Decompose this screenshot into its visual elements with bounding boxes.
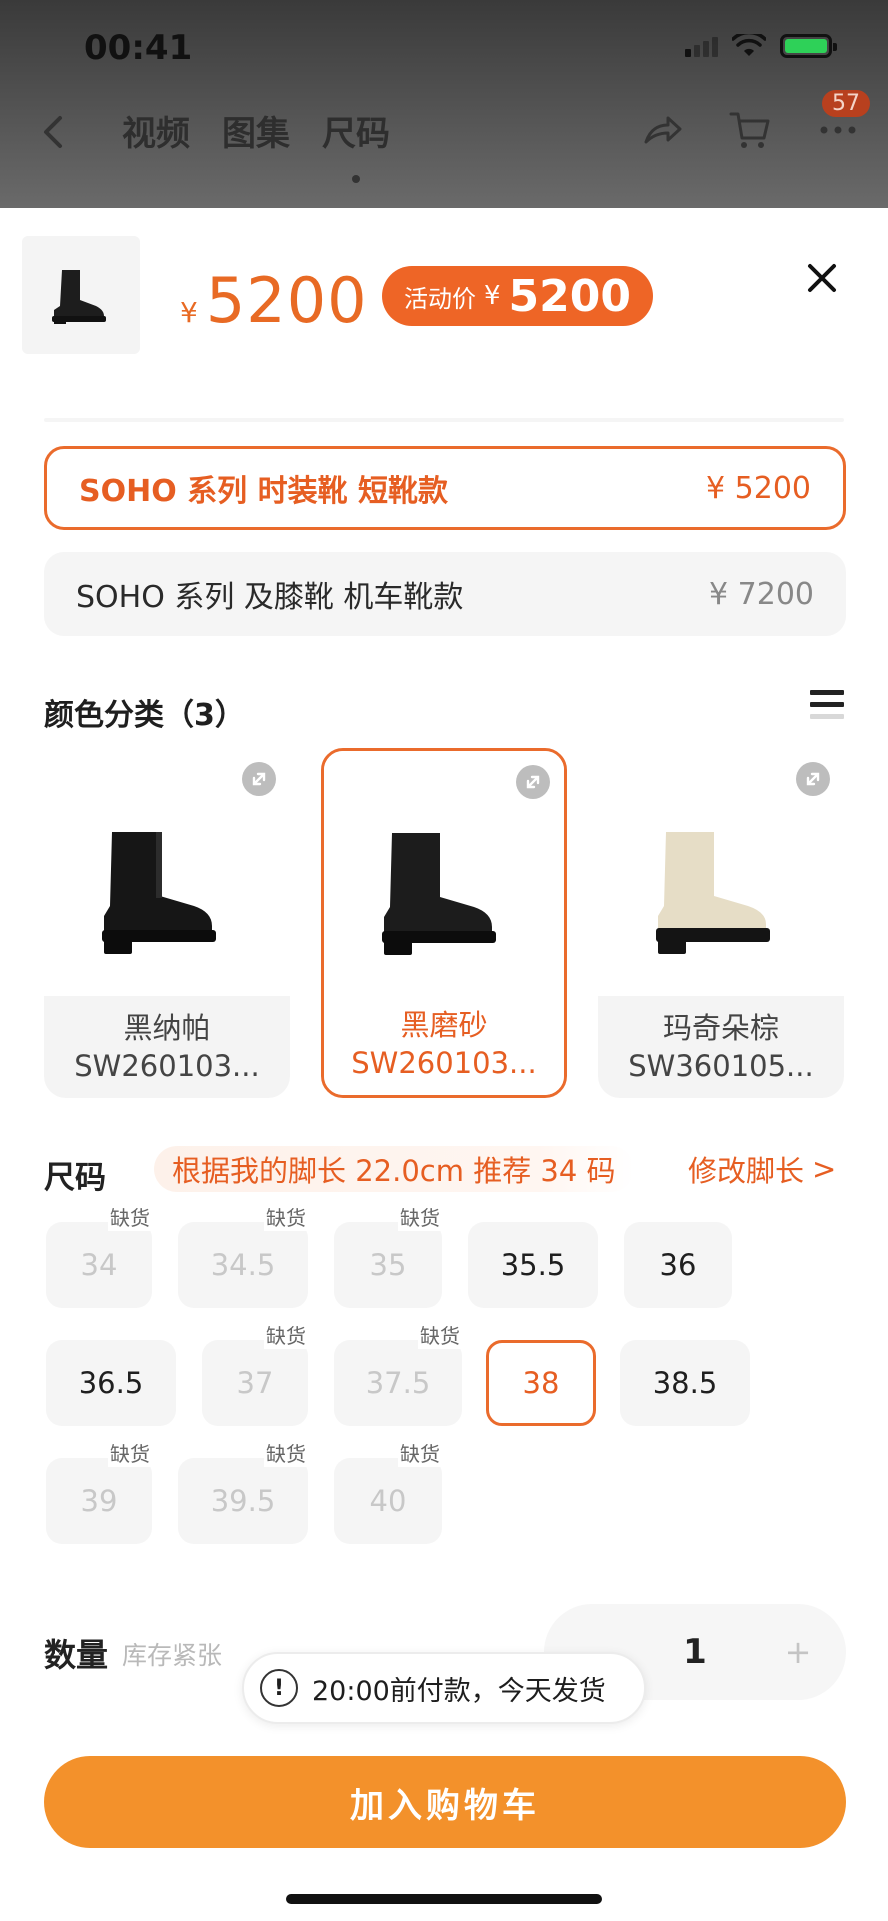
price-currency: ¥ bbox=[180, 296, 198, 329]
edit-foot-label: 修改脚长 bbox=[688, 1154, 805, 1188]
promo-label: 活动价 bbox=[404, 284, 476, 313]
boot-image bbox=[52, 270, 106, 324]
battery-icon bbox=[780, 34, 837, 58]
size-option[interactable]: 40 缺货 bbox=[334, 1438, 442, 1544]
size-recommendation: 根据我的脚长 22.0cm 推荐 34 码 bbox=[154, 1146, 634, 1192]
shipping-toast: ! 20:00前付款，今天发货 bbox=[242, 1652, 646, 1724]
size-option[interactable]: 34.5 缺货 bbox=[178, 1202, 308, 1308]
status-icons bbox=[685, 34, 837, 58]
promo-value: 5200 bbox=[508, 270, 632, 322]
variant-name: SOHO 系列 时装靴 短靴款 bbox=[79, 474, 449, 509]
size-option[interactable]: 34 缺货 bbox=[46, 1202, 152, 1308]
color-name: 玛奇朵棕 bbox=[662, 1011, 779, 1045]
stock-note: 库存紧张 bbox=[122, 1641, 223, 1670]
status-time: 00:41 bbox=[84, 28, 193, 68]
nav-actions: 57 bbox=[640, 90, 870, 152]
size-option[interactable]: 35 缺货 bbox=[334, 1202, 442, 1308]
quantity-label: 数量 bbox=[44, 1636, 109, 1674]
tab-video[interactable]: 视频 bbox=[122, 106, 190, 155]
toast-text: 20:00前付款，今天发货 bbox=[312, 1675, 606, 1707]
more-badge: 57 bbox=[822, 90, 870, 117]
size-option[interactable]: 39.5 缺货 bbox=[178, 1438, 308, 1544]
variant-name: SOHO 系列 及膝靴 机车靴款 bbox=[76, 580, 464, 615]
out-of-stock-tag: 缺货 bbox=[398, 1438, 442, 1467]
sku-sheet: ¥ 5200 活动价 ¥ 5200 SOHO 系列 时装靴 短靴款 ¥ 5200… bbox=[0, 208, 888, 1921]
variant-option-short-boot[interactable]: SOHO 系列 时装靴 短靴款 ¥ 5200 bbox=[44, 446, 846, 530]
wifi-icon bbox=[732, 34, 766, 56]
out-of-stock-tag: 缺货 bbox=[398, 1202, 442, 1231]
out-of-stock-tag: 缺货 bbox=[108, 1438, 152, 1467]
color-option-black-suede[interactable]: 黑磨砂 SW260103... bbox=[321, 748, 567, 1098]
color-name: 黑磨砂 bbox=[400, 1008, 488, 1042]
current-price: ¥ 5200 bbox=[180, 264, 368, 337]
divider bbox=[44, 418, 844, 422]
list-view-icon[interactable] bbox=[810, 686, 844, 726]
expand-icon[interactable] bbox=[516, 765, 550, 799]
out-of-stock-tag: 缺货 bbox=[264, 1202, 308, 1231]
home-indicator bbox=[286, 1894, 602, 1904]
close-icon[interactable] bbox=[802, 258, 842, 298]
color-option-black-nappa[interactable]: 黑纳帕 SW260103... bbox=[44, 748, 290, 1098]
out-of-stock-tag: 缺货 bbox=[418, 1320, 462, 1349]
size-option[interactable]: 38.5 bbox=[620, 1340, 750, 1426]
chevron-right-icon: > bbox=[812, 1152, 837, 1186]
alert-icon: ! bbox=[260, 1669, 298, 1707]
color-code: SW260103... bbox=[351, 1046, 537, 1080]
share-icon[interactable] bbox=[640, 108, 684, 152]
price-value: 5200 bbox=[205, 264, 368, 337]
color-name: 黑纳帕 bbox=[123, 1011, 211, 1045]
color-code: SW360105... bbox=[628, 1049, 814, 1083]
more-button[interactable]: 57 bbox=[816, 90, 870, 152]
signal-icon bbox=[685, 35, 718, 57]
quantity-value[interactable]: 1 bbox=[640, 1604, 750, 1700]
back-icon[interactable] bbox=[38, 112, 68, 152]
tab-size[interactable]: 尺码 bbox=[322, 106, 390, 183]
out-of-stock-tag: 缺货 bbox=[264, 1320, 308, 1349]
color-section-title: 颜色分类（3） bbox=[44, 698, 245, 733]
out-of-stock-tag: 缺货 bbox=[264, 1438, 308, 1467]
size-option[interactable]: 35.5 bbox=[468, 1222, 598, 1308]
top-header: 00:41 视频 图集 尺码 57 bbox=[0, 0, 888, 208]
expand-icon[interactable] bbox=[796, 762, 830, 796]
increase-button[interactable]: + bbox=[750, 1604, 846, 1700]
product-thumbnail[interactable] bbox=[22, 236, 140, 354]
size-option[interactable]: 36.5 bbox=[46, 1340, 176, 1426]
expand-icon[interactable] bbox=[242, 762, 276, 796]
promo-currency: ¥ bbox=[484, 281, 501, 311]
promo-price-badge: 活动价 ¥ 5200 bbox=[382, 266, 654, 326]
variant-option-knee-boot[interactable]: SOHO 系列 及膝靴 机车靴款 ¥ 7200 bbox=[44, 552, 846, 636]
out-of-stock-tag: 缺货 bbox=[108, 1202, 152, 1231]
size-option[interactable]: 36 bbox=[624, 1222, 732, 1308]
variant-price: ¥ 7200 bbox=[709, 576, 814, 612]
color-option-macchiato[interactable]: 玛奇朵棕 SW360105... bbox=[598, 748, 844, 1098]
size-section-title: 尺码 bbox=[44, 1160, 106, 1196]
color-caption: 黑磨砂 SW260103... bbox=[324, 993, 564, 1095]
cart-icon[interactable] bbox=[728, 108, 772, 152]
variant-price: ¥ 5200 bbox=[706, 470, 811, 506]
size-option[interactable]: 39 缺货 bbox=[46, 1438, 152, 1544]
color-code: SW260103... bbox=[74, 1049, 260, 1083]
color-caption: 玛奇朵棕 SW360105... bbox=[598, 996, 844, 1098]
edit-foot-length-link[interactable]: 修改脚长 > bbox=[688, 1146, 836, 1192]
size-option[interactable]: 37.5 缺货 bbox=[334, 1320, 462, 1426]
nav-tabs: 视频 图集 尺码 bbox=[122, 106, 390, 183]
tab-gallery[interactable]: 图集 bbox=[222, 106, 290, 155]
size-option[interactable]: 37 缺货 bbox=[202, 1320, 308, 1426]
color-caption: 黑纳帕 SW260103... bbox=[44, 996, 290, 1098]
add-to-cart-button[interactable]: 加入购物车 bbox=[44, 1756, 846, 1848]
size-option-selected[interactable]: 38 bbox=[486, 1340, 596, 1426]
